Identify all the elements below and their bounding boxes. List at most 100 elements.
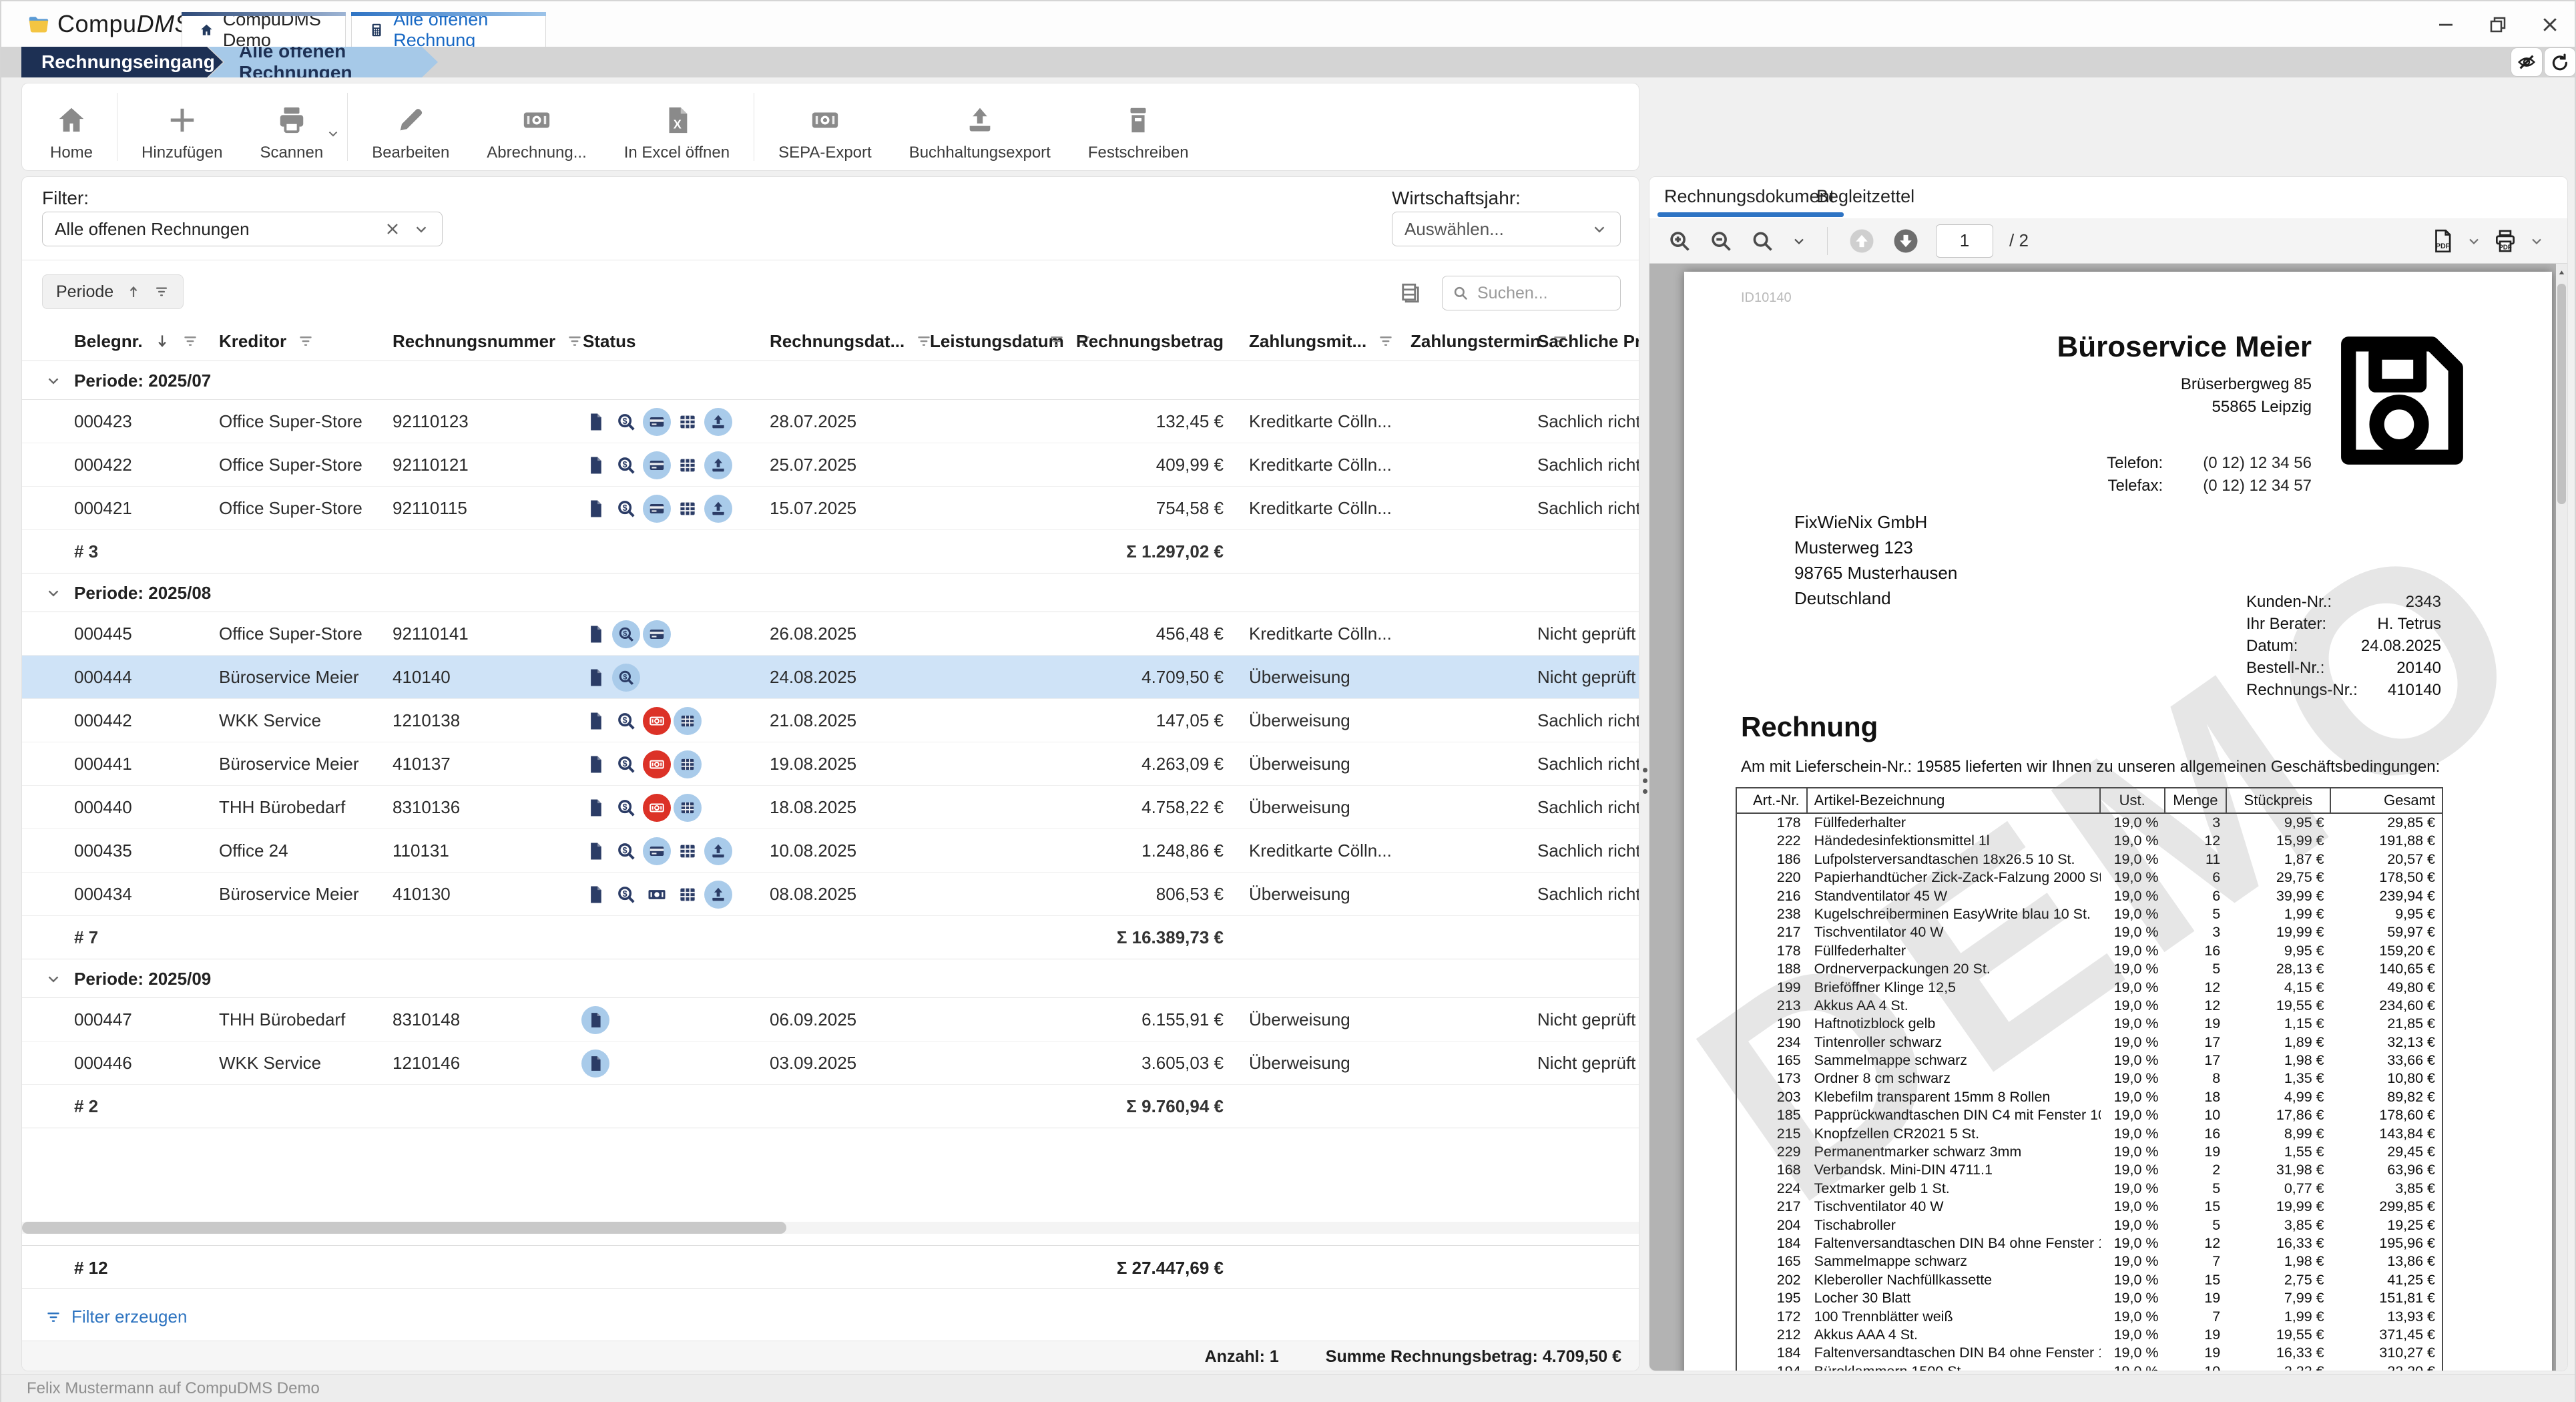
group-header[interactable]: Periode: 2025/08 (22, 573, 1639, 612)
status-doc-button[interactable] (581, 408, 609, 436)
toolbar-bearbeiten[interactable]: Bearbeiten (353, 83, 468, 170)
reset-button[interactable] (2545, 48, 2575, 76)
zoom-level-icon[interactable] (1750, 228, 1775, 254)
sort-down-icon[interactable] (154, 332, 171, 350)
status-bill-white-button[interactable] (643, 750, 671, 778)
status-zoomdollar-button[interactable]: $ (612, 707, 640, 735)
tab-alle-offenen-rechnungen[interactable]: Alle offenen Rechnung (351, 12, 546, 47)
status-zoomdollar-button[interactable]: $ (612, 664, 640, 692)
status-doc-button[interactable] (581, 881, 609, 909)
status-upload-button[interactable] (704, 881, 732, 909)
zoom-in-icon[interactable] (1667, 228, 1692, 254)
status-zoomdollar-button[interactable]: $ (612, 794, 640, 822)
toolbar-abrechnung-[interactable]: Abrechnung... (468, 83, 605, 170)
toolbar-scannen[interactable]: Scannen (241, 83, 342, 170)
status-card-button[interactable] (643, 620, 671, 648)
chevron-down-icon[interactable] (2466, 233, 2482, 249)
status-bill-white-button[interactable] (643, 707, 671, 735)
filter-icon[interactable] (182, 332, 199, 350)
invoice-row-000434[interactable]: 000434Büroservice Meier410130$08.08.2025… (22, 873, 1639, 916)
status-doc-button[interactable] (581, 837, 609, 865)
status-card-button[interactable] (643, 451, 671, 479)
status-doc-button[interactable] (581, 620, 609, 648)
invoice-row-000423[interactable]: 000423Office Super-Store92110123$28.07.2… (22, 400, 1639, 443)
status-card-button[interactable] (643, 837, 671, 865)
chevron-down-icon[interactable] (45, 970, 62, 987)
chevron-down-icon[interactable] (1791, 233, 1807, 249)
column-header-kreditor[interactable]: Kreditor (219, 321, 314, 361)
status-zoomdollar-button[interactable]: $ (612, 451, 640, 479)
restore-button[interactable] (2483, 11, 2513, 39)
invoice-row-000446[interactable]: 000446WKK Service121014603.09.20253.605,… (22, 1041, 1639, 1085)
invoice-row-000444[interactable]: 000444Büroservice Meier410140$24.08.2025… (22, 656, 1639, 699)
toolbar-buchhaltungsexport[interactable]: Buchhaltungsexport (890, 83, 1069, 170)
status-grid-button[interactable] (674, 881, 702, 909)
status-upload-button[interactable] (704, 451, 732, 479)
create-filter-link[interactable]: Filter erzeugen (45, 1307, 187, 1327)
filter-icon[interactable] (154, 284, 170, 300)
previous-page-icon[interactable] (1848, 227, 1876, 255)
status-bill-button[interactable] (643, 881, 671, 909)
panel-splitter[interactable] (1641, 768, 1648, 794)
column-header-status[interactable]: Status (583, 321, 635, 361)
status-grid-button[interactable] (674, 794, 702, 822)
filter-icon[interactable] (1377, 332, 1394, 350)
filter-icon[interactable] (566, 332, 583, 350)
status-doc-button[interactable] (581, 451, 609, 479)
status-upload-button[interactable] (704, 837, 732, 865)
horizontal-scrollbar[interactable] (22, 1222, 1639, 1234)
status-zoomdollar-button[interactable]: $ (612, 408, 640, 436)
invoice-row-000422[interactable]: 000422Office Super-Store92110121$25.07.2… (22, 443, 1639, 487)
status-doc-button[interactable] (581, 495, 609, 523)
scroll-up-icon[interactable] (2557, 268, 2567, 278)
group-by-periode-chip[interactable]: Periode (42, 274, 184, 309)
minimize-button[interactable] (2431, 11, 2461, 39)
status-card-button[interactable] (643, 408, 671, 436)
tab-begleitzettel[interactable]: Begleitzettel (1816, 177, 1914, 218)
chevron-down-icon[interactable] (413, 220, 430, 238)
clear-filter-icon[interactable] (384, 221, 401, 237)
toolbar-festschreiben[interactable]: Festschreiben (1069, 83, 1208, 170)
page-number-input[interactable] (1936, 224, 1993, 258)
status-doc-button[interactable] (581, 750, 609, 778)
status-zoomdollar-button[interactable]: $ (612, 495, 640, 523)
status-upload-button[interactable] (704, 408, 732, 436)
scrollbar-thumb[interactable] (22, 1222, 786, 1234)
invoice-row-000447[interactable]: 000447THH Bürobedarf831014806.09.20256.1… (22, 998, 1639, 1041)
fiscal-year-combobox[interactable]: Auswählen... (1392, 212, 1621, 246)
status-doc-button[interactable] (581, 794, 609, 822)
invoice-row-000445[interactable]: 000445Office Super-Store92110141$26.08.2… (22, 612, 1639, 656)
filter-icon[interactable] (297, 332, 314, 350)
status-grid-button[interactable] (674, 495, 702, 523)
chevron-down-icon[interactable] (326, 126, 340, 141)
pdf-export-icon[interactable]: PDF (2430, 228, 2455, 254)
invoice-row-000442[interactable]: 000442WKK Service1210138$21.08.2025147,0… (22, 699, 1639, 742)
filter-combobox[interactable]: Alle offenen Rechnungen (42, 212, 443, 246)
column-header-rechnungsnummer[interactable]: Rechnungsnummer (393, 321, 583, 361)
column-header-zahlungsmit-[interactable]: Zahlungsmit... (1249, 321, 1394, 361)
status-grid-button[interactable] (674, 408, 702, 436)
toolbar-sepa-export[interactable]: SEPA-Export (760, 83, 890, 170)
column-header-rechnungsdat-[interactable]: Rechnungsdat... (770, 321, 933, 361)
status-zoomdollar-button[interactable]: $ (612, 620, 640, 648)
toolbar-hinzufügen[interactable]: Hinzufügen (123, 83, 241, 170)
search-input[interactable] (1477, 284, 1591, 303)
chevron-down-icon[interactable] (45, 584, 62, 602)
breadcrumb-alle-offenen-rechnungen[interactable]: Alle offenen Rechnungen (208, 47, 438, 77)
scrollbar-thumb[interactable] (2557, 284, 2566, 504)
tab-rechnungsdokument[interactable]: Rechnungsdokument (1664, 177, 1834, 218)
breadcrumb-rechnungseingang[interactable]: Rechnungseingang (21, 47, 223, 77)
status-zoomdollar-button[interactable]: $ (612, 837, 640, 865)
close-button[interactable] (2535, 11, 2565, 39)
chevron-down-icon[interactable] (2529, 233, 2545, 249)
status-bill-white-button[interactable] (643, 794, 671, 822)
invoice-row-000440[interactable]: 000440THH Bürobedarf8310136$18.08.20254.… (22, 786, 1639, 829)
toolbar-home[interactable]: Home (31, 83, 111, 170)
tab-compudms-demo[interactable]: CompuDMS Demo (182, 12, 346, 47)
group-header[interactable]: Periode: 2025/09 (22, 959, 1639, 998)
filter-icon[interactable] (1048, 332, 1065, 350)
status-card-button[interactable] (643, 495, 671, 523)
chevron-down-icon[interactable] (45, 372, 62, 389)
group-header[interactable]: Periode: 2025/07 (22, 361, 1639, 400)
column-header-sachliche-pr-[interactable]: Sachliche Pr... (1537, 321, 1639, 361)
